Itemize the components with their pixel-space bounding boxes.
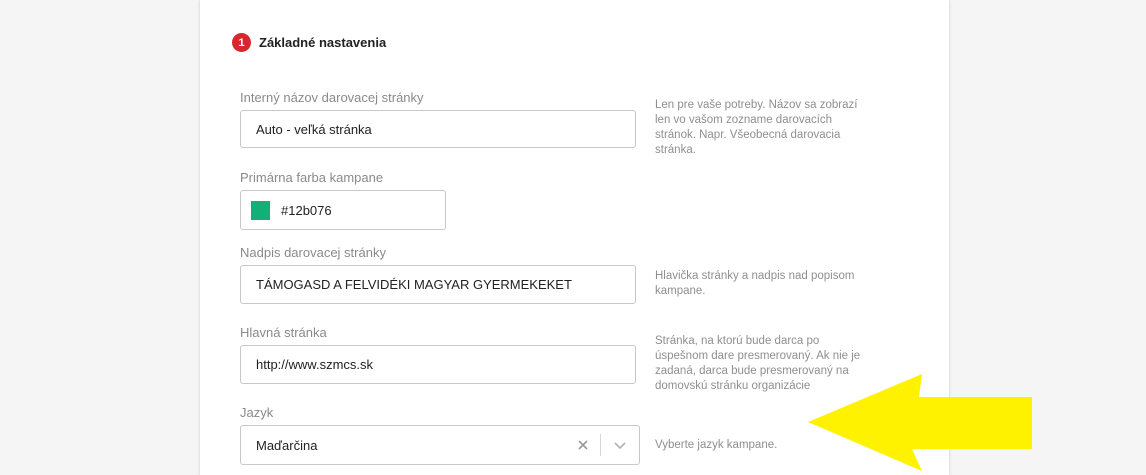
language-select[interactable]: Maďarčina <box>240 425 640 465</box>
main-page-value: http://www.szmcs.sk <box>256 357 374 372</box>
primary-color-label: Primárna farba kampane <box>240 170 384 185</box>
internal-name-input[interactable]: Auto - veľká stránka <box>240 110 636 148</box>
main-page-input[interactable]: http://www.szmcs.sk <box>240 345 636 384</box>
internal-name-value: Auto - veľká stránka <box>256 121 372 137</box>
section-header: 1 Základné nastavenia <box>232 33 386 52</box>
primary-color-value: #12b076 <box>281 202 332 218</box>
internal-name-label: Interný názov darovacej stránky <box>240 90 424 105</box>
arrow-left-icon <box>808 374 1032 471</box>
language-value: Maďarčina <box>256 437 318 453</box>
page-heading-help: Hlavička stránky a nadpis nad popisom ka… <box>655 270 855 297</box>
color-swatch[interactable] <box>251 200 270 220</box>
primary-color-input[interactable]: #12b076 <box>240 190 446 230</box>
close-icon[interactable] <box>572 439 594 451</box>
step-badge: 1 <box>232 33 251 52</box>
chevron-down-icon[interactable] <box>609 440 631 450</box>
internal-name-help: Len pre vaše potreby. Názov sa zobrazí l… <box>655 99 858 156</box>
page-heading-value: TÁMOGASD A FELVIDÉKI MAGYAR GYERMEKEKET <box>256 277 572 292</box>
main-page-label: Hlavná stránka <box>240 325 327 340</box>
page-heading-input[interactable]: TÁMOGASD A FELVIDÉKI MAGYAR GYERMEKEKET <box>240 265 636 304</box>
language-label: Jazyk <box>240 405 274 420</box>
section-title: Základné nastavenia <box>259 35 387 50</box>
select-separator <box>600 434 601 456</box>
page-heading-label: Nadpis darovacej stránky <box>240 245 386 260</box>
